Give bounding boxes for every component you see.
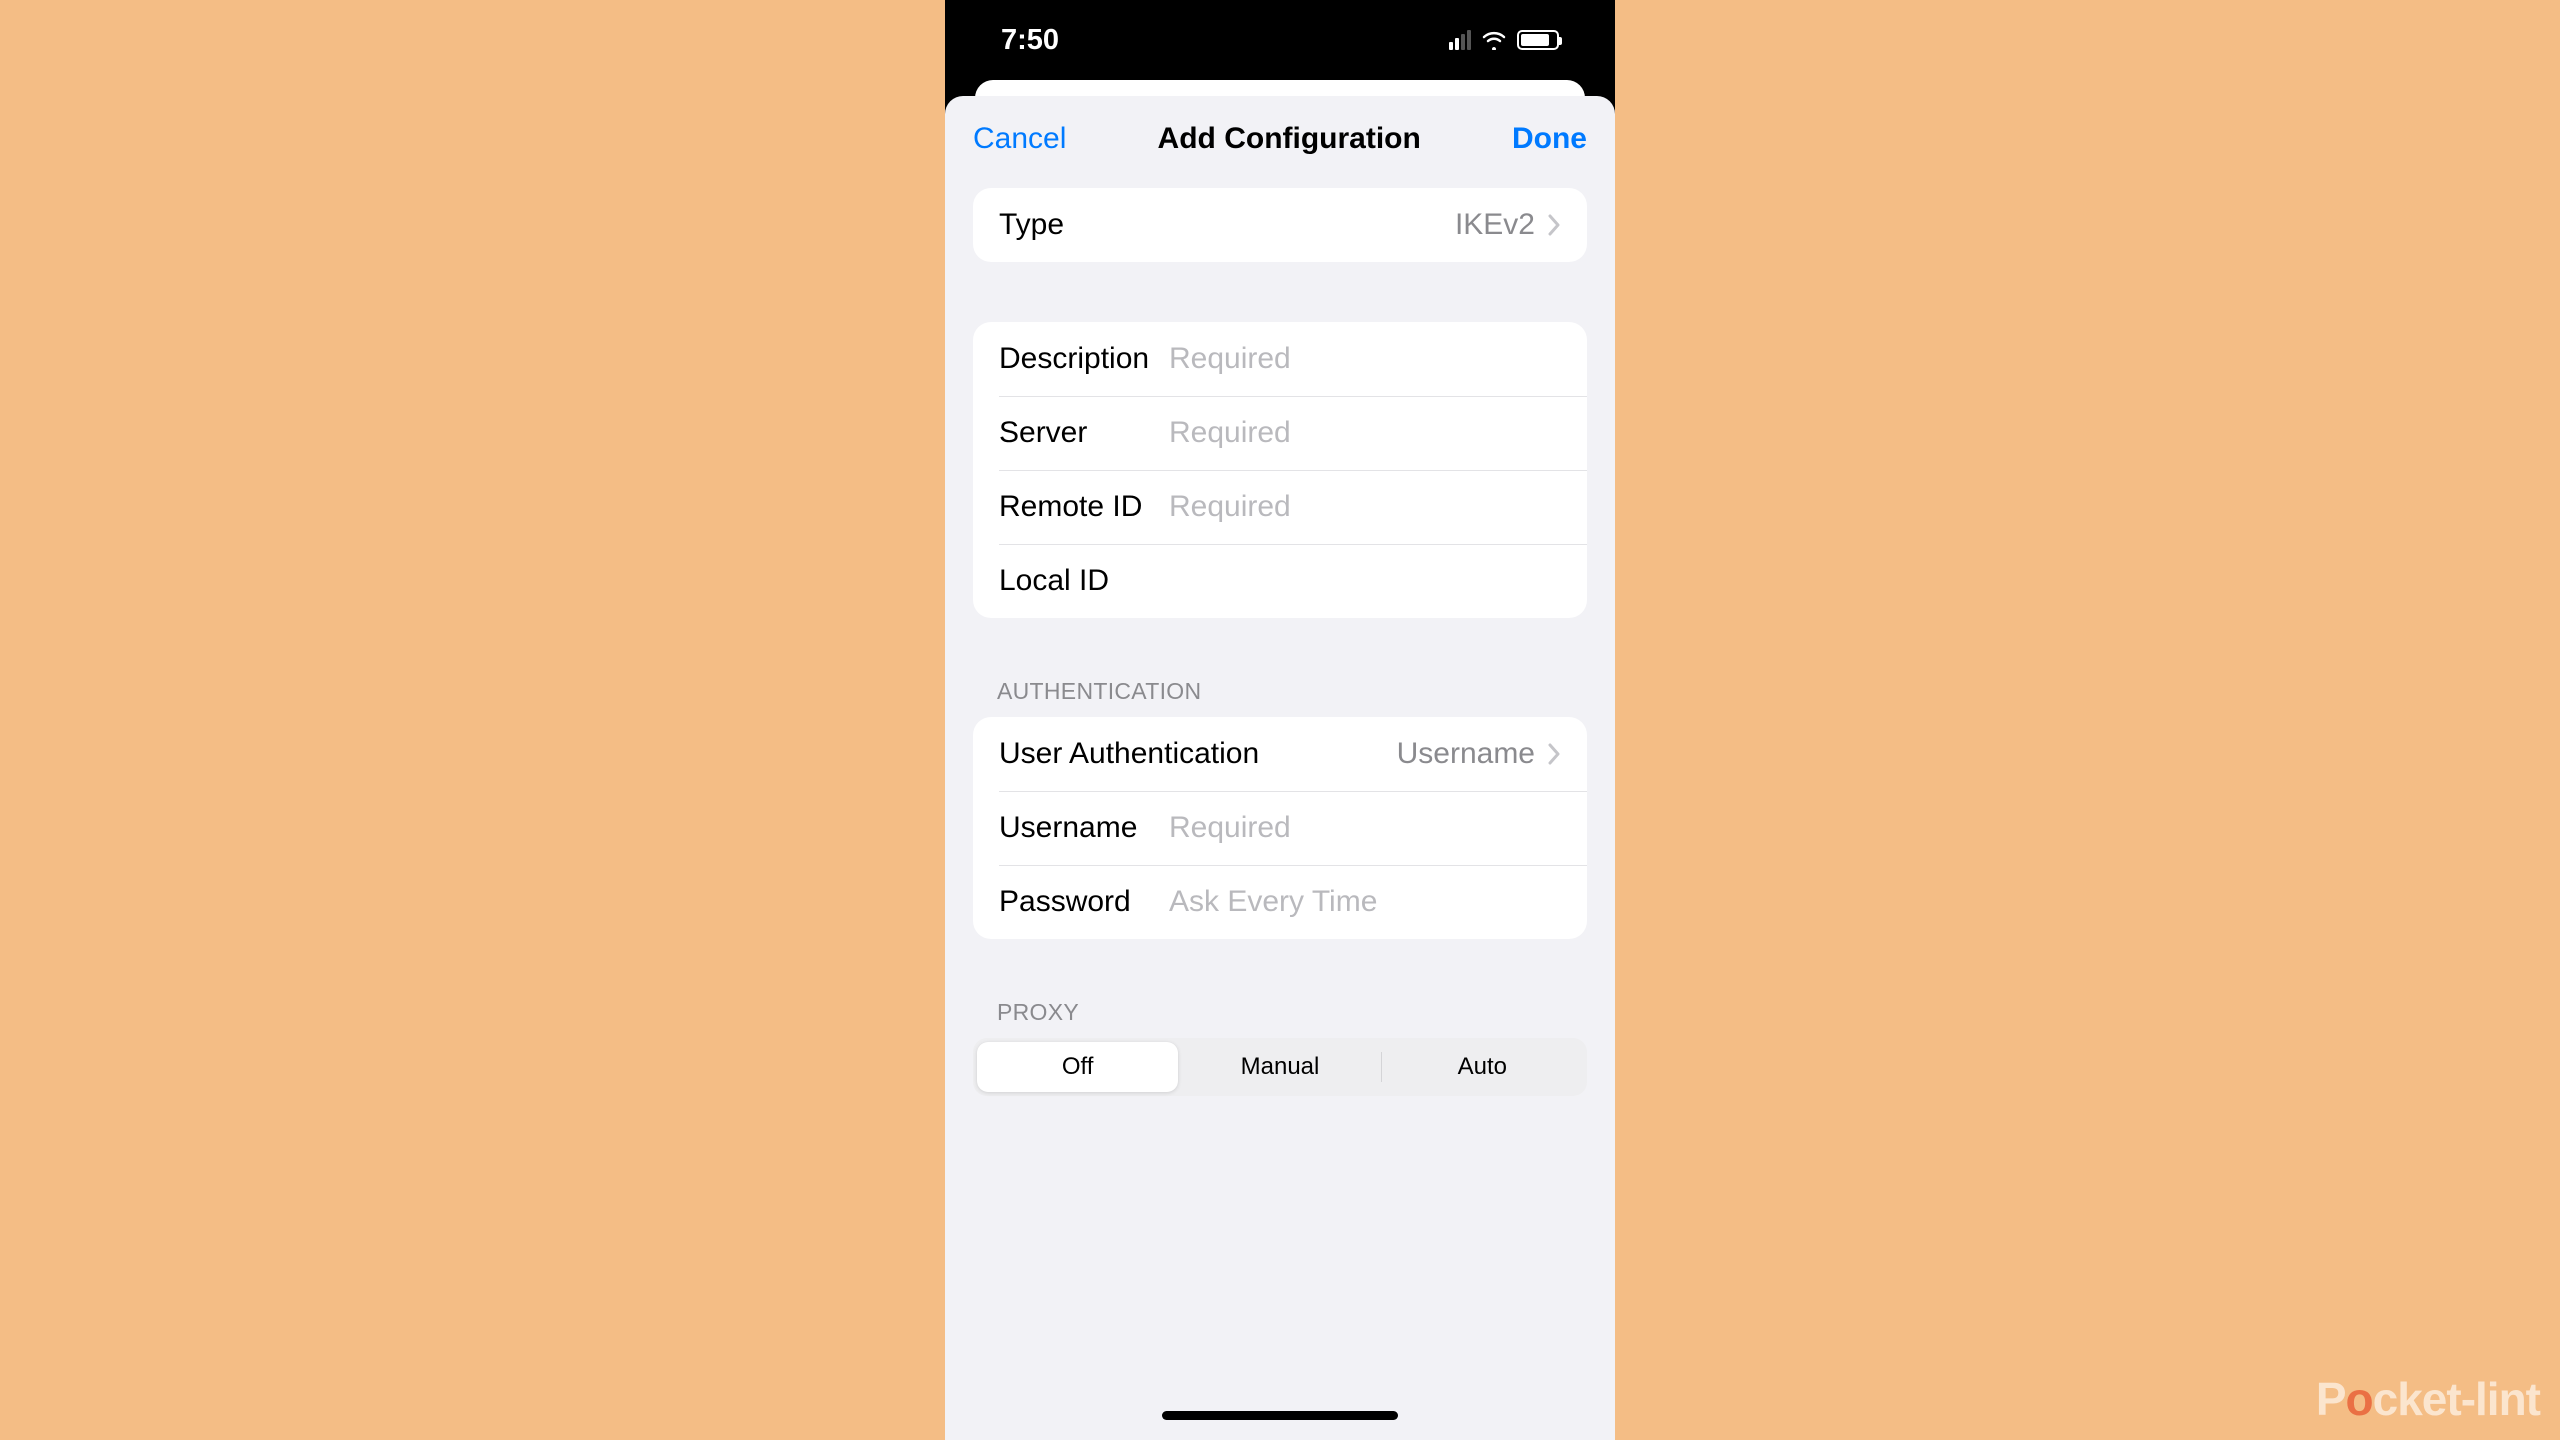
modal-sheet: Cancel Add Configuration Done Type IKEv2… [945,96,1615,1440]
proxy-auto-segment[interactable]: Auto [1382,1042,1583,1092]
page-title: Add Configuration [1158,122,1421,156]
description-label: Description [999,342,1167,376]
authentication-group: User Authentication Username Username Pa… [973,717,1587,939]
remote-id-label: Remote ID [999,490,1167,524]
chevron-right-icon [1547,743,1561,765]
user-authentication-row[interactable]: User Authentication Username [973,717,1587,791]
watermark-text: cket-lint [2373,1373,2540,1425]
password-row[interactable]: Password [973,865,1587,939]
password-input[interactable] [1167,884,1561,920]
watermark-text: P [2316,1373,2346,1425]
done-button[interactable]: Done [1512,122,1587,156]
watermark-logo: Pocket-lint [2316,1372,2540,1426]
status-time: 7:50 [1001,24,1059,57]
watermark-o-icon: o [2346,1372,2373,1426]
proxy-header: PROXY [997,999,1563,1026]
remote-id-row[interactable]: Remote ID [973,470,1587,544]
username-row[interactable]: Username [973,791,1587,865]
server-label: Server [999,416,1167,450]
wifi-icon [1481,30,1507,50]
username-label: Username [999,811,1167,845]
chevron-right-icon [1547,214,1561,236]
user-authentication-label: User Authentication [999,737,1259,771]
remote-id-input[interactable] [1167,489,1561,525]
proxy-manual-segment[interactable]: Manual [1179,1042,1380,1092]
description-input[interactable] [1167,341,1561,377]
cellular-signal-icon [1449,30,1471,50]
proxy-off-segment[interactable]: Off [977,1042,1178,1092]
nav-bar: Cancel Add Configuration Done [945,96,1615,180]
cancel-button[interactable]: Cancel [973,122,1066,156]
description-row[interactable]: Description [973,322,1587,396]
local-id-row[interactable]: Local ID [973,544,1587,618]
battery-icon [1517,30,1559,50]
local-id-input[interactable] [1167,563,1561,599]
user-authentication-value: Username [1259,737,1535,771]
proxy-segmented-control[interactable]: Off Manual Auto [973,1038,1587,1096]
home-indicator[interactable] [1162,1411,1398,1420]
local-id-label: Local ID [999,564,1167,598]
status-indicators [1449,30,1559,50]
username-input[interactable] [1167,810,1561,846]
type-label: Type [999,208,1064,242]
phone-frame: 7:50 Cancel Add Configuration Done [945,0,1615,1440]
server-row[interactable]: Server [973,396,1587,470]
type-value: IKEv2 [1064,208,1535,242]
config-group: Description Server Remote ID Local ID [973,322,1587,618]
server-input[interactable] [1167,415,1561,451]
password-label: Password [999,885,1167,919]
status-bar: 7:50 [945,0,1615,80]
type-row[interactable]: Type IKEv2 [973,188,1587,262]
type-group: Type IKEv2 [973,188,1587,262]
authentication-header: AUTHENTICATION [997,678,1563,705]
